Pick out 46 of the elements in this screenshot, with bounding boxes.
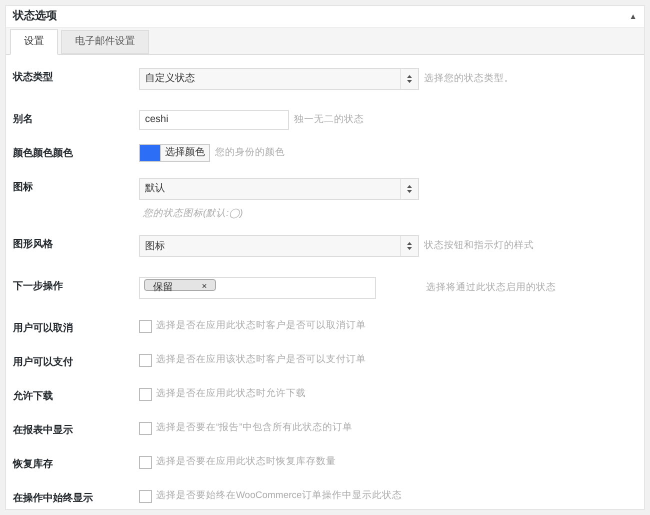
- checkbox[interactable]: [139, 354, 152, 367]
- field-description: 选择是否在应用该状态时客户是否可以支付订单: [156, 353, 366, 367]
- tab[interactable]: 设置: [10, 28, 58, 55]
- color-swatch[interactable]: [139, 144, 161, 162]
- field-label: 恢复库存: [12, 457, 54, 472]
- field-description: 选择是否在应用此状态时允许下载: [156, 387, 306, 401]
- field-label: 状态类型: [12, 70, 54, 85]
- field-description: 您的状态图标(默认:◯): [142, 206, 244, 221]
- panel-title: 状态选项: [13, 8, 57, 24]
- field-description: 独一无二的状态: [294, 112, 364, 127]
- tag-input-field[interactable]: 保留 ×: [139, 277, 376, 299]
- field-label: 图形风格: [12, 238, 54, 252]
- field-label: 下一步操作: [12, 280, 64, 294]
- checkbox[interactable]: [139, 456, 152, 469]
- field-description: 选择是否要始终在WooCommerce订单操作中显示此状态: [156, 489, 402, 503]
- tag-chip[interactable]: 保留 ×: [144, 279, 216, 291]
- checkbox[interactable]: [139, 422, 152, 435]
- field-description: 选择将通过此状态启用的状态: [426, 280, 556, 295]
- field-description: 您的身份的颜色: [215, 146, 285, 160]
- select-field[interactable]: 默认: [139, 178, 419, 200]
- select-field[interactable]: 自定义状态: [139, 68, 419, 90]
- field-label: 用户可以支付: [12, 355, 74, 370]
- field-description: 选择是否要在应用此状态时恢复库存数量: [156, 455, 336, 469]
- text-field[interactable]: ceshi: [139, 110, 289, 130]
- checkbox[interactable]: [139, 320, 152, 333]
- up-down-arrows-icon: [407, 74, 412, 83]
- up-down-arrows-icon: [407, 184, 412, 193]
- choose-color-button[interactable]: 选择颜色: [161, 144, 210, 162]
- collapse-toggle[interactable]: ▲: [629, 10, 637, 23]
- checkbox[interactable]: [139, 490, 152, 503]
- checkbox[interactable]: [139, 388, 152, 401]
- field-description: 选择您的状态类型。: [424, 72, 514, 86]
- field-label: 在操作中始终显示: [12, 492, 94, 506]
- field-label: 允许下载: [12, 390, 54, 404]
- remove-tag-button[interactable]: ×: [202, 280, 207, 292]
- field-label: 用户可以取消: [12, 321, 74, 336]
- tab[interactable]: 电子邮件设置: [61, 30, 149, 54]
- field-label: 图标: [12, 180, 34, 195]
- field-description: 状态按钮和指示灯的样式: [424, 238, 534, 253]
- field-description: 选择是否要在“报告”中包含所有此状态的订单: [156, 421, 352, 435]
- field-label: 在报表中显示: [12, 424, 74, 438]
- field-description: 选择是否在应用此状态时客户是否可以取消订单: [156, 319, 366, 333]
- field-label: 颜色颜色颜色: [12, 146, 74, 161]
- select-field[interactable]: 图标: [139, 235, 419, 257]
- up-down-arrows-icon: [407, 242, 412, 250]
- field-label: 别名: [12, 112, 34, 127]
